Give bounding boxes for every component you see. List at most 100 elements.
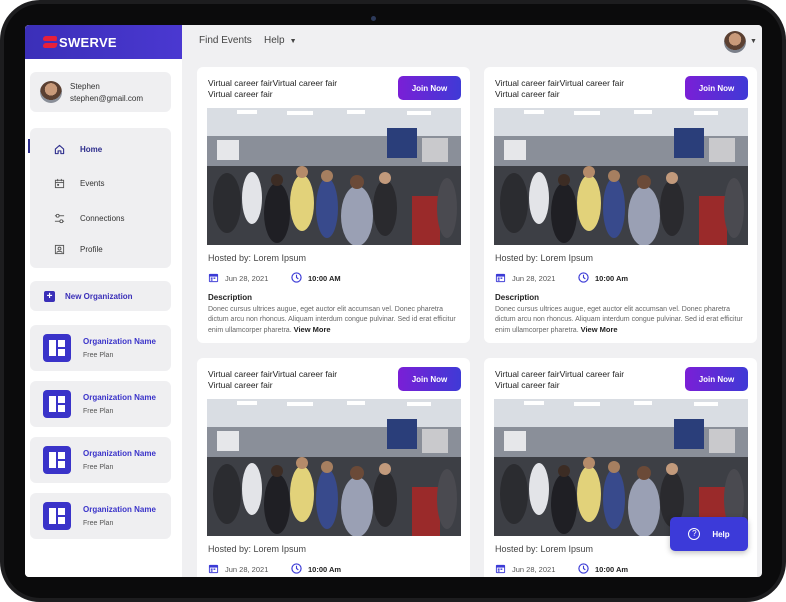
view-more-link[interactable]: View More	[294, 325, 331, 334]
organization-icon	[43, 502, 71, 530]
home-icon	[52, 142, 66, 156]
event-title: Virtual career fairVirtual career fair V…	[208, 369, 338, 390]
connections-icon	[52, 211, 66, 225]
organization-icon	[43, 446, 71, 474]
clock-icon	[578, 272, 589, 283]
organization-card[interactable]: Organization Name Free Plan	[30, 381, 171, 427]
brand-name: SWERVE	[59, 34, 117, 50]
calendar-icon	[495, 564, 506, 574]
view-more-link[interactable]: View More	[581, 325, 618, 334]
sidebar-item-label: Connections	[80, 213, 125, 223]
description-text: Donec cursus ultrices augue, eget auctor…	[495, 306, 743, 334]
event-host: Hosted by: Lorem Ipsum	[208, 544, 307, 554]
sidebar-item-events[interactable]: Events	[30, 173, 171, 193]
help-menu-label: Help	[264, 35, 285, 46]
event-image	[207, 108, 461, 245]
event-time: 10:00 Am	[595, 274, 629, 283]
organization-plan: Free Plan	[83, 408, 114, 415]
join-now-button[interactable]: Join Now	[398, 76, 461, 100]
sidebar-item-home[interactable]: Home	[30, 139, 171, 159]
new-organization-label: New Organization	[65, 291, 133, 301]
sidebar-item-label: Home	[80, 144, 103, 154]
calendar-icon	[495, 273, 506, 283]
sidebar-item-profile[interactable]: Profile	[30, 239, 171, 259]
app-screen: SWERVE Stephen stephen@gmail.com Home Ev…	[25, 25, 762, 577]
organization-name: Organization Name	[83, 505, 156, 514]
user-card[interactable]: Stephen stephen@gmail.com	[30, 72, 171, 112]
event-description: Donec cursus ultrices augue, eget auctor…	[495, 305, 750, 336]
nav-menu: Home Events Connections Profile	[30, 128, 171, 268]
tablet-frame: SWERVE Stephen stephen@gmail.com Home Ev…	[0, 0, 786, 602]
event-image	[207, 399, 461, 536]
organization-name: Organization Name	[83, 337, 156, 346]
organization-icon	[43, 390, 71, 418]
organization-card[interactable]: Organization Name Free Plan	[30, 437, 171, 483]
sidebar-item-label: Profile	[80, 244, 103, 254]
help-button[interactable]: ? Help	[670, 517, 748, 551]
event-date: Jun 28, 2021	[512, 565, 556, 574]
event-card: Virtual career fairVirtual career fair V…	[484, 67, 757, 343]
chevron-down-icon[interactable]: ▼	[750, 38, 757, 45]
event-card: Virtual career fairVirtual career fair V…	[197, 67, 470, 343]
top-bar: Find Events Help ▼ ▼	[182, 25, 762, 59]
event-date: Jun 28, 2021	[512, 274, 556, 283]
event-meta: Jun 28, 2021 10:00 AM	[208, 272, 458, 284]
logo-bar[interactable]: SWERVE	[25, 25, 182, 59]
description-heading: Description	[495, 293, 540, 302]
help-button-label: Help	[712, 529, 730, 539]
user-email: stephen@gmail.com	[70, 93, 144, 103]
new-organization-button[interactable]: + New Organization	[30, 281, 171, 311]
description-heading: Description	[208, 293, 253, 302]
clock-icon	[291, 563, 302, 574]
find-events-link[interactable]: Find Events	[199, 35, 252, 46]
event-description: Donec cursus ultrices augue, eget auctor…	[208, 305, 463, 336]
organization-name: Organization Name	[83, 449, 156, 458]
join-now-button[interactable]: Join Now	[685, 76, 748, 100]
organization-card[interactable]: Organization Name Free Plan	[30, 325, 171, 371]
event-card: Virtual career fairVirtual career fair V…	[197, 358, 470, 577]
sidebar: SWERVE Stephen stephen@gmail.com Home Ev…	[25, 25, 182, 577]
event-time: 10:00 Am	[308, 565, 342, 574]
help-menu[interactable]: Help ▼	[264, 35, 297, 46]
event-image	[494, 399, 748, 536]
event-host: Hosted by: Lorem Ipsum	[208, 253, 307, 263]
active-nav-indicator	[28, 139, 30, 153]
sidebar-item-connections[interactable]: Connections	[30, 208, 171, 228]
event-title: Virtual career fairVirtual career fair V…	[208, 78, 338, 99]
calendar-icon	[208, 273, 219, 283]
organization-plan: Free Plan	[83, 464, 114, 471]
clock-icon	[578, 563, 589, 574]
join-now-button[interactable]: Join Now	[398, 367, 461, 391]
plus-icon: +	[44, 290, 55, 302]
organization-plan: Free Plan	[83, 352, 114, 359]
swerve-logo-icon	[43, 35, 57, 49]
calendar-icon	[52, 176, 66, 190]
sidebar-item-label: Events	[80, 178, 105, 188]
profile-icon	[52, 242, 66, 256]
event-date: Jun 28, 2021	[225, 565, 269, 574]
event-meta: Jun 28, 2021 10:00 Am	[495, 272, 745, 284]
question-icon: ?	[688, 528, 701, 540]
clock-icon	[291, 272, 302, 283]
event-meta: Jun 28, 2021 10:00 Am	[208, 563, 458, 575]
event-meta: Jun 28, 2021 10:00 Am	[495, 563, 745, 575]
event-date: Jun 28, 2021	[225, 274, 269, 283]
organization-card[interactable]: Organization Name Free Plan	[30, 493, 171, 539]
event-title: Virtual career fairVirtual career fair V…	[495, 78, 625, 99]
organization-name: Organization Name	[83, 393, 156, 402]
event-time: 10:00 Am	[595, 565, 629, 574]
avatar	[40, 81, 62, 103]
camera-dot	[371, 16, 376, 21]
chevron-down-icon: ▼	[289, 38, 297, 45]
avatar[interactable]	[724, 31, 746, 53]
join-now-button[interactable]: Join Now	[685, 367, 748, 391]
event-title: Virtual career fairVirtual career fair V…	[495, 369, 625, 390]
organization-icon	[43, 334, 71, 362]
description-text: Donec cursus ultrices augue, eget auctor…	[208, 306, 456, 334]
event-time: 10:00 AM	[308, 274, 341, 283]
event-image	[494, 108, 748, 245]
organization-plan: Free Plan	[83, 520, 114, 527]
calendar-icon	[208, 564, 219, 574]
event-host: Hosted by: Lorem Ipsum	[495, 544, 594, 554]
user-name: Stephen	[70, 81, 100, 91]
